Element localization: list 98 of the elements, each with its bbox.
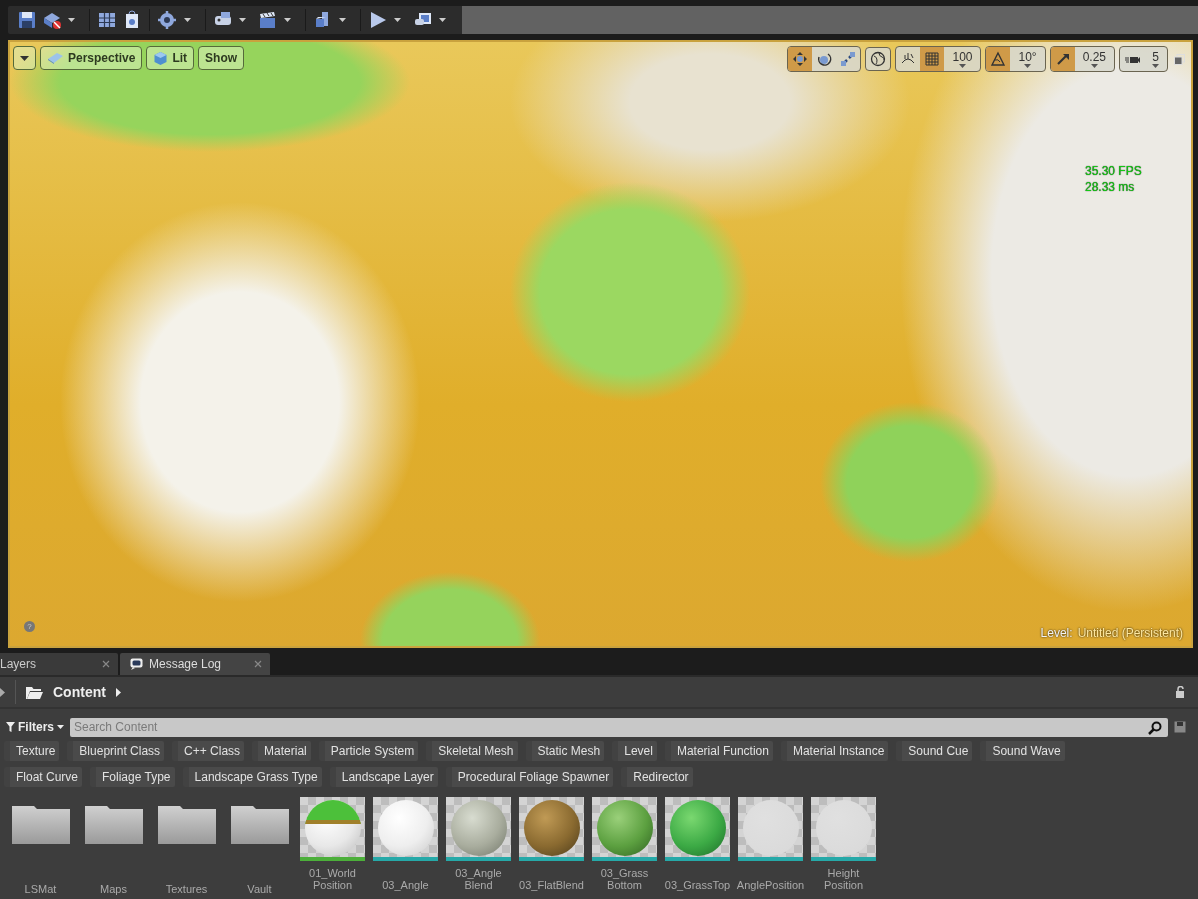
material-thumbnail [738,797,803,861]
filter-chip[interactable]: Foliage Type [90,767,175,787]
angle-snap-icon [990,51,1007,67]
camera-icon [47,52,64,64]
asset-tile[interactable]: Maps [81,797,146,895]
asset-name: 03_Angle [382,878,429,891]
filter-chip[interactable]: Material Function [664,741,773,761]
asset-name: 03_GrassTop [664,878,731,891]
filters-button[interactable]: Filters [6,720,64,734]
panel-tab[interactable]: Layers [0,653,118,675]
close-icon[interactable] [254,660,262,668]
globe-icon [870,51,887,67]
search-field[interactable]: Search Content [70,717,1168,737]
asset-tile[interactable]: Vault [227,797,292,895]
material-thumbnail [446,797,511,861]
rotate-icon [816,51,833,67]
database-icon [41,10,62,30]
asset-name: 01_World Position [308,867,357,891]
asset-name: LSMat [24,882,57,895]
scale-snap-button[interactable] [1050,47,1075,71]
filter-chip[interactable]: Static Mesh [525,741,605,761]
folder-icon [26,685,43,699]
level-name: Untitled (Persistent) [1077,626,1183,640]
panel-tab[interactable]: Message Log [120,653,270,675]
move-icon [792,51,809,67]
stat-text: 35.30 FPS [1085,163,1142,179]
caret-icon [20,55,29,61]
filter-chip[interactable]: Skeletal Mesh [426,741,518,761]
caret-icon [57,725,64,729]
filter-chip[interactable]: Landscape Grass Type [182,767,322,787]
asset-tile[interactable]: LSMat [8,797,73,895]
filter-chip[interactable]: Texture [4,741,60,761]
settings-button[interactable] [156,8,179,32]
asset-tile[interactable]: 01_World Position [300,797,365,895]
filter-chip[interactable]: Landscape Layer [329,767,438,787]
gear-icon [157,10,178,30]
caret-icon [1090,64,1098,68]
asset-name: Height Position [822,867,865,891]
move-tool-button[interactable] [788,47,813,71]
filter-chip[interactable]: Blueprint Class [67,741,165,761]
speech-bubble-icon [130,658,143,670]
asset-tile[interactable]: AnglePosition [738,797,803,895]
maximize-icon[interactable] [1172,53,1187,65]
asset-name: Maps [100,882,127,895]
save-icon[interactable] [1174,721,1186,733]
filter-chip[interactable]: Float Curve [4,767,83,787]
caret-icon [1152,64,1159,68]
clapperboard-icon [257,10,278,30]
filter-chip[interactable]: Sound Wave [980,741,1065,761]
stat-text: 28.33 ms [1085,179,1136,195]
path-item[interactable]: Content [53,684,106,700]
search-icon[interactable] [1148,720,1162,735]
filter-chip[interactable]: Procedural Foliage Spawner [445,767,614,787]
arrow-right-icon[interactable] [115,687,121,697]
filter-chip[interactable]: Particle System [318,741,419,761]
filter-chip[interactable]: Level [612,741,657,761]
filter-chip[interactable]: C++ Class [172,741,245,761]
material-thumbnail [519,797,584,861]
asset-tile[interactable]: 03_GrassTop [665,797,730,895]
filter-chip[interactable]: Material [252,741,311,761]
world-space-button[interactable] [865,47,892,71]
material-thumbnail [665,797,730,861]
perspective-button[interactable]: Perspective [40,46,143,70]
asset-name: 03_Grass Bottom [599,867,650,891]
scale-icon [840,51,857,67]
lock-icon[interactable] [1175,686,1186,698]
material-thumbnail [811,797,876,861]
viewport-options-button[interactable] [13,46,36,70]
cube-icon [153,50,169,66]
grid-snap-button[interactable] [920,47,945,71]
material-thumbnail [300,797,365,861]
asset-tile[interactable]: Height Position [811,797,876,895]
caret-icon [1024,64,1032,68]
filter-chip[interactable]: Redirector [621,767,693,787]
arrow-right-icon[interactable] [0,687,5,697]
asset-tile[interactable]: Textures [154,797,219,895]
asset-name: 03_Angle Blend [454,867,503,891]
level-label: Level: [1040,626,1073,640]
asset-name: Textures [165,882,208,895]
asset-name: 03_FlatBlend [519,878,584,891]
asset-tile[interactable]: 03_Angle Blend [446,797,511,895]
asset-tile[interactable]: 03_Angle [373,797,438,895]
close-icon[interactable] [102,660,110,668]
material-thumbnail [592,797,657,861]
caret-icon [958,64,966,68]
material-thumbnail [373,797,438,861]
filter-chip[interactable]: Material Instance [780,741,889,761]
angle-snap-button[interactable] [986,47,1011,71]
asset-name: AnglePosition [736,878,805,891]
filter-chip[interactable]: Sound Cue [896,741,973,761]
asset-tile[interactable]: 03_Grass Bottom [592,797,657,895]
grid-snap-icon [924,51,941,67]
funnel-icon [6,722,15,732]
show-button[interactable]: Show [198,46,245,70]
view-mode-button[interactable]: Lit [146,46,195,70]
grid-icon [97,10,118,30]
asset-name: Vault [247,882,272,895]
asset-tile[interactable]: 03_FlatBlend [519,797,584,895]
